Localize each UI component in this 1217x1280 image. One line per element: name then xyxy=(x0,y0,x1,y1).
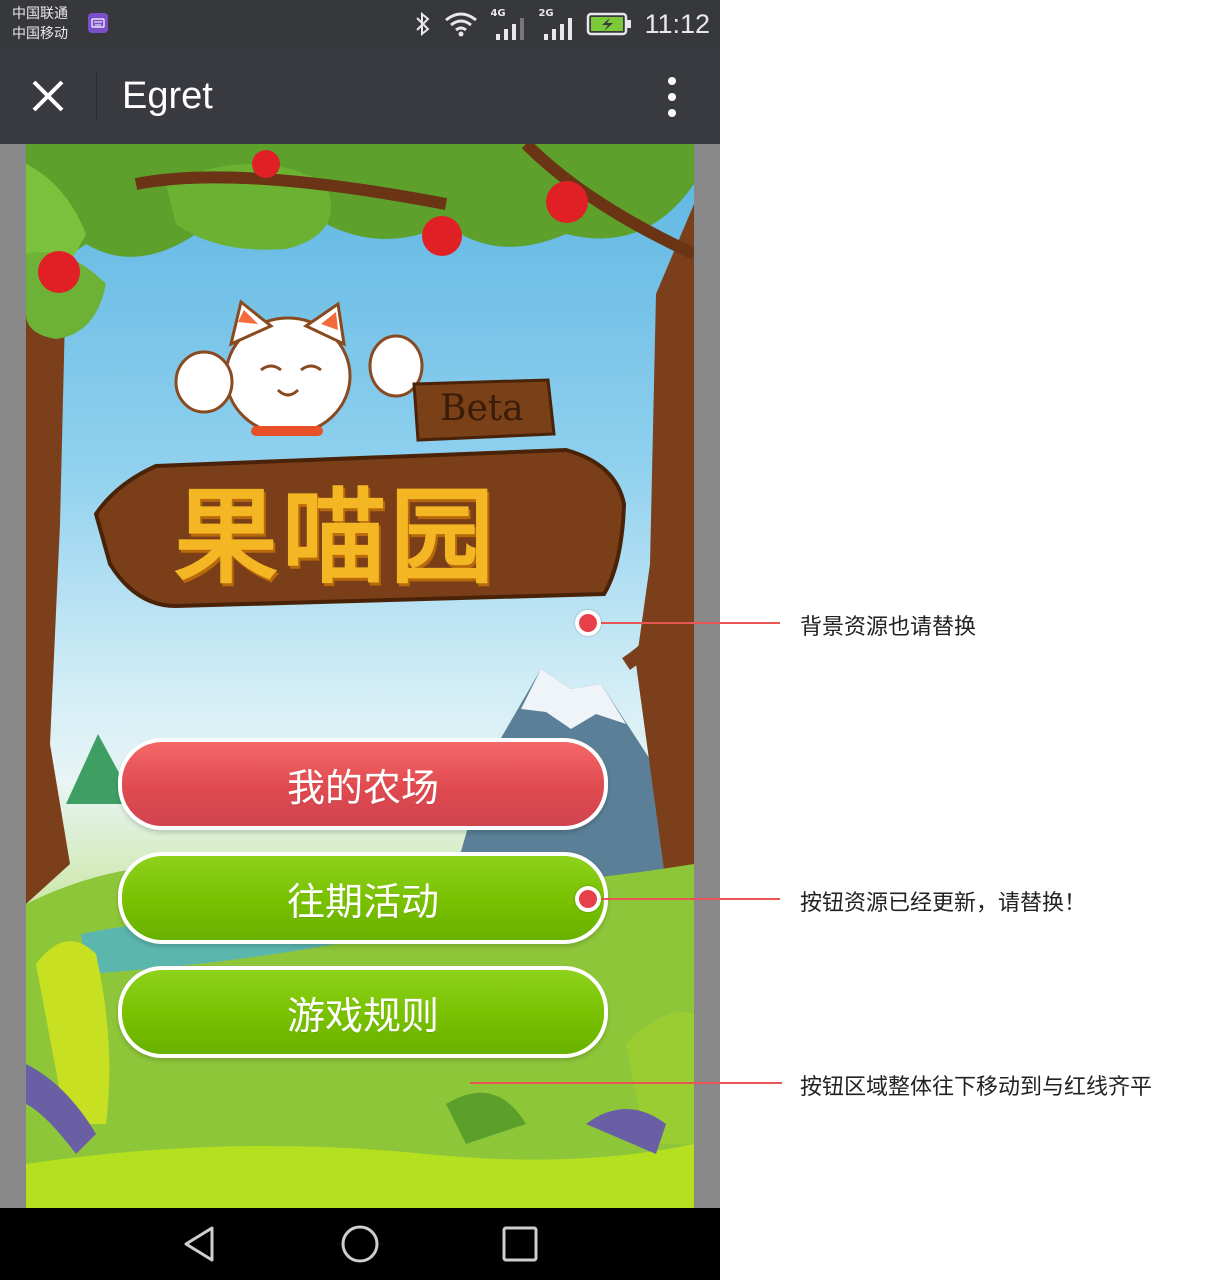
phone-screen: 中国联通 中国移动 4G 2G 11:12 Egret Beta 果喵园 我的农… xyxy=(0,0,720,1280)
my-farm-button[interactable]: 我的农场 xyxy=(118,738,608,830)
clock: 11:12 xyxy=(644,8,710,39)
recents-button[interactable] xyxy=(498,1222,542,1266)
nav-bar xyxy=(0,1208,720,1280)
beta-badge: Beta xyxy=(440,388,524,429)
close-icon xyxy=(32,80,64,112)
status-indicators: 4G 2G 11:12 xyxy=(414,0,710,48)
annotation-line-2 xyxy=(590,898,780,900)
home-button[interactable] xyxy=(338,1222,382,1266)
page-title: Egret xyxy=(122,75,213,117)
status-bar: 中国联通 中国移动 4G 2G 11:12 xyxy=(0,0,720,48)
more-vertical-icon xyxy=(668,77,676,117)
home-circle-icon xyxy=(341,1225,379,1263)
game-canvas[interactable]: Beta 果喵园 我的农场 往期活动 游戏规则 xyxy=(26,144,694,1208)
signal-4g: 4G xyxy=(490,4,526,44)
annotation-text-3: 按钮区域整体往下移动到与红线齐平 xyxy=(800,1075,1153,1100)
carrier-1: 中国联通 xyxy=(12,6,68,22)
back-button[interactable] xyxy=(178,1222,222,1266)
game-rules-button[interactable]: 游戏规则 xyxy=(118,966,608,1058)
annotation-line-1 xyxy=(590,622,780,624)
title-divider xyxy=(96,72,97,120)
back-triangle-icon xyxy=(184,1226,214,1262)
signal-2g: 2G xyxy=(538,4,574,44)
game-logo: 果喵园 xyxy=(174,476,499,598)
recents-square-icon xyxy=(502,1226,538,1262)
title-bar: Egret xyxy=(0,48,720,144)
close-button[interactable] xyxy=(22,70,74,122)
annotation-red-line xyxy=(470,1082,782,1084)
annotation-marker-1 xyxy=(575,610,601,636)
signal-icon xyxy=(496,18,525,40)
annotation-text-1: 背景资源也请替换 xyxy=(800,615,977,640)
more-button[interactable] xyxy=(648,72,696,122)
annotation-marker-2 xyxy=(575,886,601,912)
wifi-icon xyxy=(445,12,478,37)
battery-icon xyxy=(587,12,632,36)
bluetooth-icon xyxy=(416,11,430,37)
annotation-text-2: 按钮资源已经更新，请替换！ xyxy=(800,891,1087,916)
past-events-button[interactable]: 往期活动 xyxy=(118,852,608,944)
carrier-info: 中国联通 中国移动 xyxy=(12,4,68,44)
carrier-2: 中国移动 xyxy=(12,26,68,42)
keyboard-icon xyxy=(88,13,108,33)
signal-icon xyxy=(544,18,573,40)
